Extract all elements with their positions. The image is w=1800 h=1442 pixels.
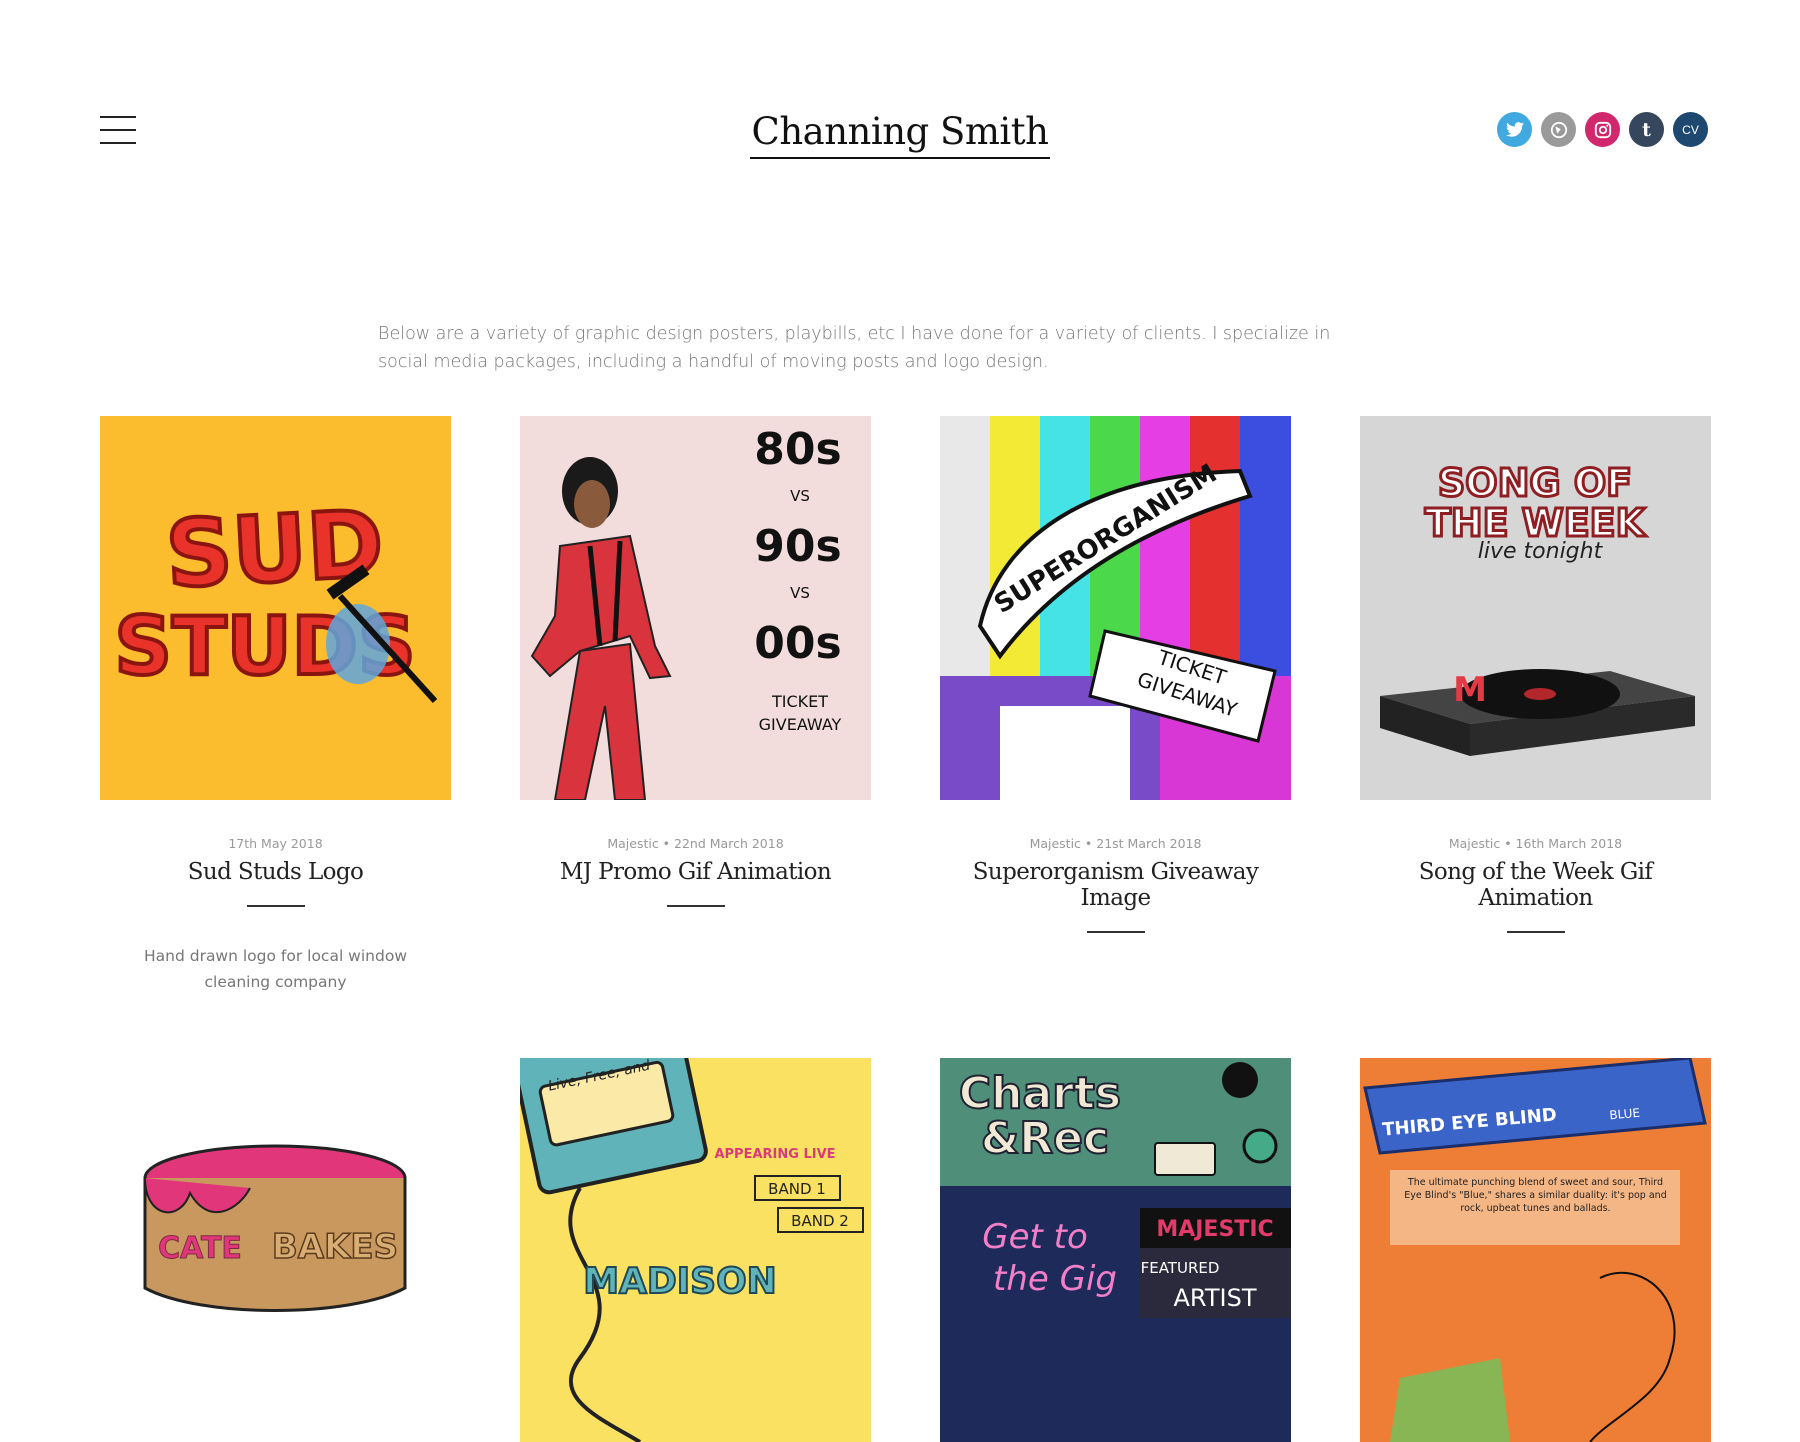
mj-artwork: 80s VS 90s VS 00s TICKET GIVEAWAY [530, 424, 842, 800]
vinyl-icon [1222, 1062, 1258, 1098]
art-text-bakes: BAKES [272, 1227, 398, 1267]
song-of-week-artwork: SONG OF THE WEEK live tonight M [1380, 460, 1695, 756]
green-shape [1390, 1358, 1510, 1442]
art-text-giveaway: GIVEAWAY [759, 715, 842, 734]
project-description: Hand drawn logo for local window cleanin… [143, 947, 407, 991]
project-thumbnail[interactable]: SONG OF THE WEEK live tonight M [1360, 416, 1711, 800]
project-card: Charts &Rec Get to the Gig MAJESTIC FEAT… [940, 1058, 1291, 1442]
madison-artwork: Live, Free, and APPEARING LIVE BAND 1 BA… [520, 1058, 864, 1442]
twitter-bird-glyph [1505, 122, 1524, 137]
project-card: 80s VS 90s VS 00s TICKET GIVEAWAY Majest… [520, 416, 871, 907]
face-shape [574, 480, 610, 528]
project-title[interactable]: MJ Promo Gif Animation [520, 859, 871, 885]
project-card: CATE BAKES [100, 1058, 451, 1442]
social-links: t CV [1497, 112, 1708, 147]
sud-studs-artwork: SUD STUDS [112, 488, 438, 704]
project-title[interactable]: Superorganism Giveaway Image [940, 859, 1291, 911]
art-text-80s: 80s [754, 424, 841, 475]
project-title[interactable]: Sud Studs Logo [100, 859, 451, 885]
project-title[interactable]: Song of the Week Gif Animation [1360, 859, 1711, 911]
behance-icon[interactable] [1541, 112, 1576, 147]
color-bar [940, 416, 990, 676]
art-text-cate: CATE [158, 1231, 242, 1266]
art-text-90s: 90s [754, 521, 841, 572]
title-divider [1086, 931, 1145, 933]
title-divider [1506, 931, 1565, 933]
art-text-blurb: The ultimate punching blend of sweet and… [1404, 1177, 1667, 1214]
project-meta: Majestic • 22nd March 2018 [607, 836, 784, 851]
project-thumbnail[interactable]: THIRD EYE BLIND BLUE The ultimate punchi… [1360, 1058, 1711, 1442]
tape-ribbon [568, 1187, 642, 1442]
trousers-shape [553, 642, 647, 800]
project-thumbnail[interactable]: 80s VS 90s VS 00s TICKET GIVEAWAY [520, 416, 871, 800]
art-text-m-logo: M [1453, 670, 1487, 710]
twitter-icon[interactable] [1497, 112, 1532, 147]
site-title-link[interactable]: Channing Smith [749, 110, 1051, 159]
art-text-sud: SUD [163, 490, 386, 608]
color-bar [1240, 416, 1291, 676]
art-text-get-to: Get to [982, 1217, 1088, 1257]
art-text-ticket: TICKET [771, 692, 828, 711]
art-text-the-gig: the Gig [993, 1259, 1117, 1299]
project-thumbnail[interactable]: CATE BAKES [100, 1058, 451, 1442]
art-text-song-of: SONG OF [1438, 461, 1632, 505]
charts-rec-artwork: Charts &Rec Get to the Gig MAJESTIC FEAT… [940, 1058, 1291, 1318]
project-card: THIRD EYE BLIND BLUE The ultimate punchi… [1360, 1058, 1711, 1442]
project-thumbnail[interactable]: Charts &Rec Get to the Gig MAJESTIC FEAT… [940, 1058, 1291, 1442]
cate-bakes-artwork: CATE BAKES [143, 1144, 407, 1312]
globe-glyph [1550, 121, 1567, 138]
art-text-madison: MADISON [583, 1261, 777, 1302]
art-text-charts: Charts [959, 1068, 1121, 1119]
project-thumbnail[interactable]: SUD STUDS [100, 416, 451, 800]
project-meta: Majestic • 21st March 2018 [1029, 836, 1202, 851]
color-bar [1140, 416, 1190, 676]
project-thumbnail[interactable]: SUPERORGANISM TICKET GIVEAWAY [940, 416, 1291, 800]
instagram-icon[interactable] [1585, 112, 1620, 147]
color-bar [1190, 416, 1240, 676]
art-text-artist: ARTIST [1174, 1284, 1257, 1312]
project-card: SONG OF THE WEEK live tonight M Majestic… [1360, 416, 1711, 933]
superorganism-artwork: SUPERORGANISM TICKET GIVEAWAY [940, 416, 1291, 800]
art-text-band-2: BAND 2 [791, 1212, 849, 1230]
project-card: Live, Free, and APPEARING LIVE BAND 1 BA… [520, 1058, 871, 1442]
third-eye-blind-artwork: THIRD EYE BLIND BLUE The ultimate punchi… [1363, 1058, 1707, 1442]
cv-icon[interactable]: CV [1673, 112, 1708, 147]
title-divider [666, 905, 725, 907]
project-thumbnail[interactable]: Live, Free, and APPEARING LIVE BAND 1 BA… [520, 1058, 871, 1442]
art-text-live-tonight: live tonight [1478, 539, 1604, 564]
title-divider [246, 905, 305, 907]
scribble-hair [1589, 1271, 1676, 1442]
project-meta: Majestic • 16th March 2018 [1448, 836, 1623, 851]
project-card: SUD STUDS 17th May 2018 Sud Studs Logo H… [100, 416, 451, 995]
art-text-featured: FEATURED [1141, 1259, 1220, 1277]
project-meta: 17th May 2018 [228, 836, 323, 851]
art-text-vs: VS [790, 584, 810, 602]
speaker-icon [1242, 1128, 1278, 1164]
art-text-blue: BLUE [1609, 1106, 1641, 1123]
art-text-appearing-live: APPEARING LIVE [714, 1147, 835, 1162]
art-text-band-1: BAND 1 [768, 1180, 826, 1198]
art-text-vs: VS [790, 487, 810, 505]
art-text-rec: &Rec [981, 1113, 1109, 1164]
noise-band [1000, 706, 1130, 800]
tumblr-icon[interactable]: t [1629, 112, 1664, 147]
intro-text: Below are a variety of graphic design po… [378, 323, 1331, 372]
project-card: SUPERORGANISM TICKET GIVEAWAY Majestic •… [940, 416, 1291, 933]
camera-glyph [1594, 121, 1611, 138]
art-text-00s: 00s [754, 618, 841, 669]
record-label [1524, 688, 1556, 700]
art-text-majestic: MAJESTIC [1156, 1217, 1273, 1242]
cassette-icon [1154, 1142, 1216, 1176]
